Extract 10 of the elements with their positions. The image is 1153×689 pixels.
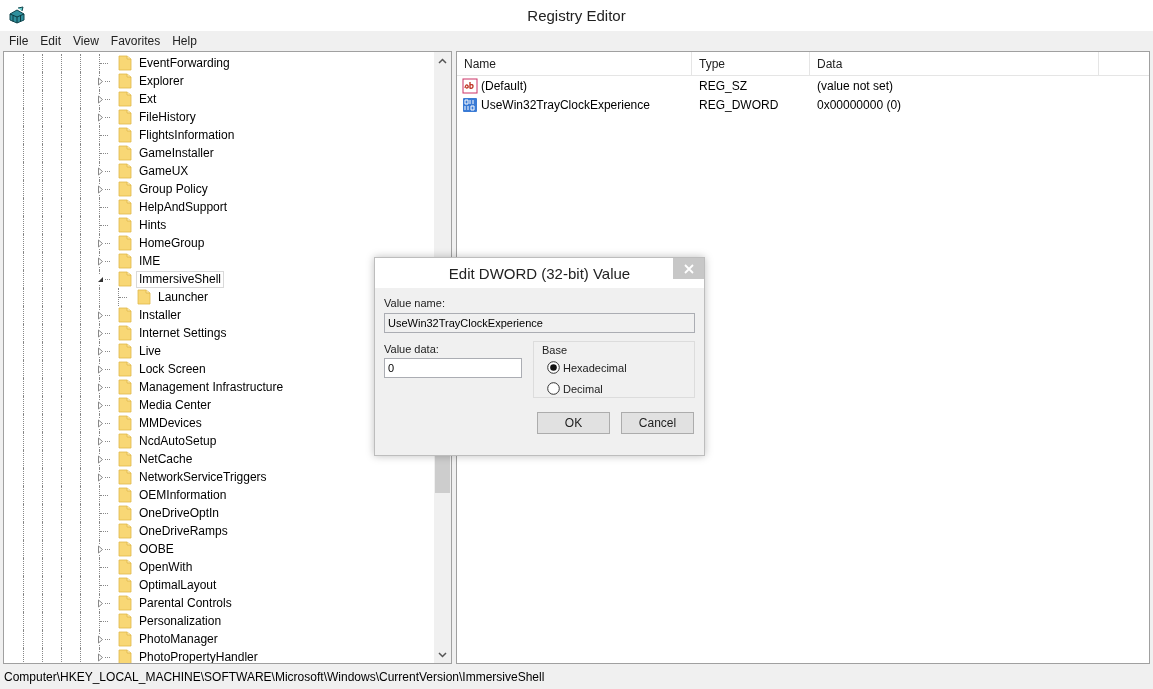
status-path: Computer\HKEY_LOCAL_MACHINE\SOFTWARE\Microsoft\Windows\CurrentVersion\ImmersiveShell xyxy=(4,670,545,684)
group-label: Base xyxy=(542,344,568,356)
table-cell-text: 0x00000000 (0) xyxy=(816,97,903,112)
table-cell-text: (value not set) xyxy=(816,78,895,93)
table-cell-text: REG_DWORD xyxy=(698,97,780,112)
field-label: Value data: xyxy=(384,343,440,355)
dialog-title: Edit DWORD (32-bit) Value xyxy=(448,264,631,282)
table-cell-text: REG_SZ xyxy=(698,78,748,93)
field-label: Value name: xyxy=(384,297,446,309)
window-title: Registry Editor xyxy=(527,7,626,24)
